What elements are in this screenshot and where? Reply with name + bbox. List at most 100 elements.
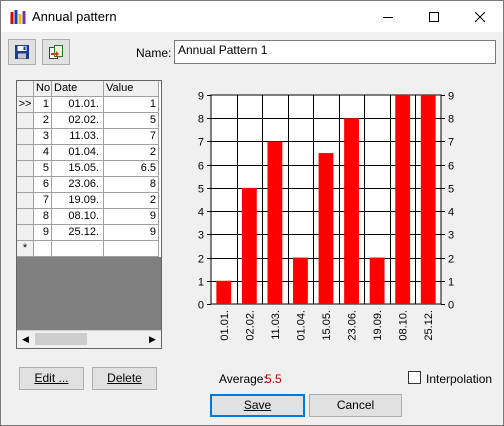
column-header-date[interactable]: Date: [52, 81, 104, 97]
row-number-cell[interactable]: 8: [34, 209, 52, 225]
table-row[interactable]: 2 02.02. 5: [17, 113, 161, 129]
row-number-cell[interactable]: 9: [34, 225, 52, 241]
y-tick-label-right: 3: [448, 230, 454, 242]
date-cell[interactable]: 23.06.: [52, 177, 104, 193]
pattern-table[interactable]: No Date Value >> 1 01.01. 1 2 02.02. 5 3 11.03. 7…: [16, 80, 162, 349]
y-tick-label-right: 6: [448, 161, 454, 173]
value-cell[interactable]: 2: [104, 145, 159, 161]
save-toolbar-button[interactable]: [8, 39, 36, 65]
y-tick-label-right: 1: [448, 277, 454, 289]
export-toolbar-button[interactable]: [42, 39, 70, 65]
bar: [267, 141, 283, 304]
row-selector[interactable]: [17, 113, 34, 129]
date-cell[interactable]: 01.04.: [52, 145, 104, 161]
value-cell[interactable]: 6.5: [104, 161, 159, 177]
y-tick-label-left: 1: [198, 277, 204, 289]
table-row[interactable]: 7 19.09. 2: [17, 193, 161, 209]
row-number-cell[interactable]: 7: [34, 193, 52, 209]
value-cell[interactable]: 1: [104, 97, 159, 113]
new-row-marker[interactable]: *: [17, 241, 34, 257]
maximize-icon: [429, 11, 439, 22]
edit-button[interactable]: Edit ...: [19, 367, 84, 390]
value-cell[interactable]: 2: [104, 193, 159, 209]
date-cell[interactable]: 02.02.: [52, 113, 104, 129]
minimize-button[interactable]: [365, 1, 411, 32]
row-selector[interactable]: [17, 225, 34, 241]
save-button[interactable]: Save: [210, 394, 305, 417]
bar: [216, 280, 232, 304]
table-row[interactable]: 9 25.12. 9: [17, 225, 161, 241]
date-cell[interactable]: 08.10.: [52, 209, 104, 225]
bar: [420, 95, 436, 304]
scroll-right-button[interactable]: ▶: [144, 331, 161, 348]
x-tick-label: 11.03.: [270, 310, 282, 340]
scroll-left-button[interactable]: ◀: [17, 331, 34, 348]
value-cell[interactable]: 8: [104, 177, 159, 193]
close-button[interactable]: [457, 1, 503, 32]
row-number-cell[interactable]: 2: [34, 113, 52, 129]
new-row-cell[interactable]: [52, 241, 104, 257]
row-selector[interactable]: >>: [17, 97, 34, 113]
interpolation-label: Interpolation: [426, 372, 493, 386]
row-selector[interactable]: [17, 161, 34, 177]
value-cell[interactable]: 9: [104, 209, 159, 225]
row-number-cell[interactable]: 3: [34, 129, 52, 145]
value-cell[interactable]: 5: [104, 113, 159, 129]
value-cell[interactable]: 9: [104, 225, 159, 241]
value-cell[interactable]: 7: [104, 129, 159, 145]
y-tick-label-left: 9: [198, 91, 204, 103]
table-row[interactable]: 4 01.04. 2: [17, 145, 161, 161]
row-number-cell[interactable]: 1: [34, 97, 52, 113]
table-row[interactable]: >> 1 01.01. 1: [17, 97, 161, 113]
app-icon: [10, 10, 26, 24]
new-row-cell[interactable]: [104, 241, 159, 257]
row-number-cell[interactable]: 5: [34, 161, 52, 177]
name-input[interactable]: Annual Pattern 1: [174, 40, 496, 64]
new-row[interactable]: *: [17, 241, 161, 257]
delete-button[interactable]: Delete: [92, 367, 157, 390]
y-tick-label-left: 2: [198, 254, 204, 266]
y-tick-label-left: 3: [198, 230, 204, 242]
x-tick-label: 23.06.: [347, 310, 359, 341]
x-tick-label: 08.10.: [398, 310, 410, 341]
date-cell[interactable]: 11.03.: [52, 129, 104, 145]
edit-button-label: Edit ...: [34, 371, 69, 385]
x-tick-label: 25.12.: [423, 310, 435, 341]
date-cell[interactable]: 15.05.: [52, 161, 104, 177]
date-cell[interactable]: 01.01.: [52, 97, 104, 113]
y-tick-label-left: 6: [198, 161, 204, 173]
table-row[interactable]: 5 15.05. 6.5: [17, 161, 161, 177]
bar: [369, 257, 385, 304]
bar: [293, 257, 308, 304]
date-cell[interactable]: 19.09.: [52, 193, 104, 209]
row-selector[interactable]: [17, 145, 34, 161]
bar: [395, 95, 411, 304]
row-selector[interactable]: [17, 177, 34, 193]
x-tick-label: 02.02.: [244, 310, 256, 341]
x-tick-label: 19.09.: [372, 310, 384, 341]
average-value: 5.5: [265, 372, 282, 386]
row-number-cell[interactable]: 4: [34, 145, 52, 161]
row-selector[interactable]: [17, 209, 34, 225]
column-header-no[interactable]: No: [34, 81, 52, 97]
table-header: No Date Value: [17, 81, 161, 97]
maximize-button[interactable]: [411, 1, 457, 32]
row-number-cell[interactable]: 6: [34, 177, 52, 193]
y-tick-label-right: 7: [448, 137, 454, 149]
date-cell[interactable]: 25.12.: [52, 225, 104, 241]
column-header-value[interactable]: Value: [104, 81, 159, 97]
row-selector[interactable]: [17, 129, 34, 145]
y-tick-label-right: 8: [448, 114, 454, 126]
y-tick-label-left: 8: [198, 114, 204, 126]
row-selector-header[interactable]: [17, 81, 34, 97]
horizontal-scrollbar[interactable]: ◀ ▶: [17, 330, 161, 348]
interpolation-checkbox[interactable]: [408, 371, 421, 384]
title-bar[interactable]: Annual pattern: [1, 1, 503, 32]
table-row[interactable]: 6 23.06. 8: [17, 177, 161, 193]
row-selector[interactable]: [17, 193, 34, 209]
table-row[interactable]: 8 08.10. 9: [17, 209, 161, 225]
table-row[interactable]: 3 11.03. 7: [17, 129, 161, 145]
cancel-button[interactable]: Cancel: [309, 394, 402, 417]
new-row-cell[interactable]: [34, 241, 52, 257]
scroll-thumb[interactable]: [35, 333, 87, 345]
